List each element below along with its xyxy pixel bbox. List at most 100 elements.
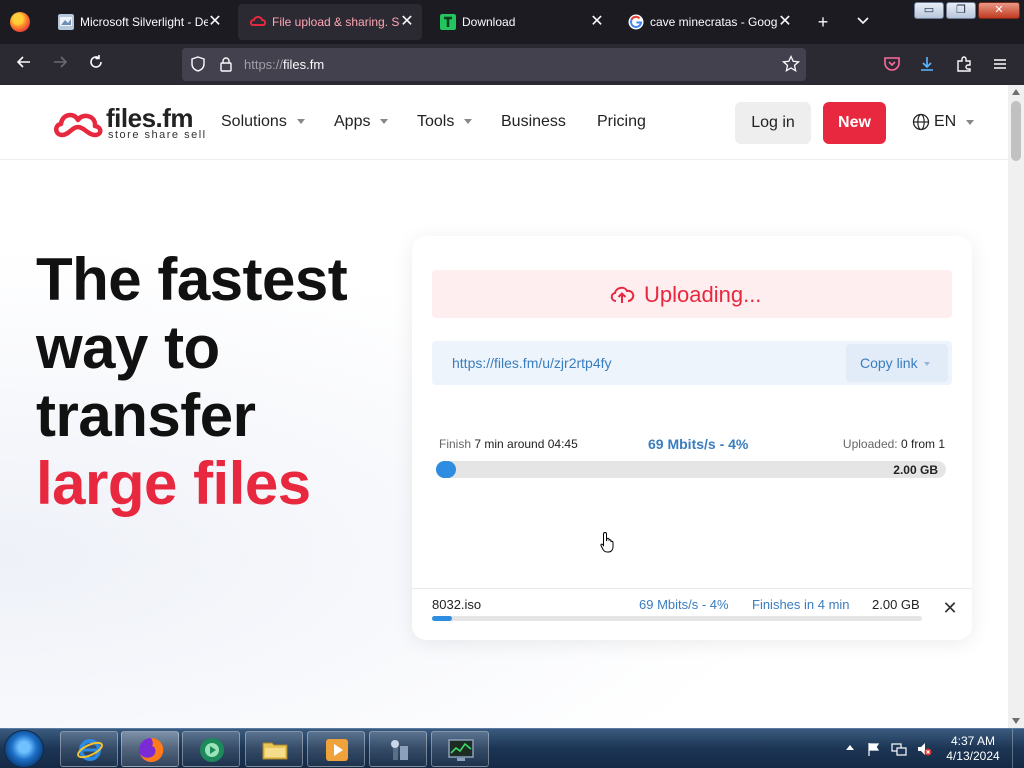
taskbar-internet-explorer[interactable] xyxy=(60,731,118,767)
file-size: 2.00 GB xyxy=(872,597,920,612)
caret-down-icon xyxy=(923,362,930,367)
address-bar[interactable]: https://files.fm xyxy=(182,48,806,81)
finish-label: Finish xyxy=(439,437,472,451)
tab-title: cave minecratas - Google xyxy=(650,15,778,29)
menu-item-label: Business xyxy=(501,113,566,130)
menu-item-pricing[interactable]: Pricing xyxy=(597,113,646,131)
cancel-file-button[interactable]: ✕ xyxy=(940,598,960,618)
menu-item-solutions[interactable]: Solutions xyxy=(221,113,305,131)
caret-down-icon xyxy=(464,119,473,125)
show-desktop-button[interactable] xyxy=(1012,729,1024,768)
tab-google[interactable]: cave minecratas - Google ✕ xyxy=(616,4,800,40)
back-button[interactable] xyxy=(12,53,36,77)
minimize-button[interactable]: ▭ xyxy=(914,2,944,19)
forward-button[interactable] xyxy=(48,53,72,77)
arrow-left-icon xyxy=(16,56,30,68)
control-panel-icon xyxy=(391,740,408,760)
firefox-icon xyxy=(139,737,164,762)
tab-files-fm[interactable]: File upload & sharing. Se ✕ xyxy=(238,4,422,40)
url-text[interactable]: https://files.fm xyxy=(244,57,324,72)
scroll-down-icon[interactable] xyxy=(1012,718,1020,724)
url-scheme: https:// xyxy=(244,57,284,72)
volume-muted-icon[interactable] xyxy=(916,741,932,757)
system-clock[interactable]: 4:37 AM 4/13/2024 xyxy=(940,734,1006,764)
lock-icon[interactable] xyxy=(218,56,234,72)
tab-download[interactable]: Download ✕ xyxy=(428,4,612,40)
extensions-icon[interactable] xyxy=(955,55,973,73)
hero-headline-line3: transfer xyxy=(36,382,256,449)
window-close-button[interactable]: ✕ xyxy=(978,2,1020,19)
tracking-shield-icon[interactable] xyxy=(190,56,206,72)
taskbar-media-player[interactable] xyxy=(307,731,365,767)
uploaded-count: Uploaded: 0 from 1 xyxy=(843,437,945,451)
windows-taskbar: 4:37 AM 4/13/2024 xyxy=(0,728,1024,768)
page-scrollbar[interactable] xyxy=(1008,85,1024,728)
hamburger-menu-icon[interactable] xyxy=(991,55,1009,73)
file-progress-fill xyxy=(432,616,452,621)
close-icon[interactable]: ✕ xyxy=(776,13,794,31)
taskbar-media-center[interactable] xyxy=(182,731,240,767)
windows-media-center-icon xyxy=(200,738,224,762)
action-center-flag-icon[interactable] xyxy=(866,741,882,757)
tab-title: Microsoft Silverlight - De xyxy=(80,15,208,29)
cloud-upload-icon xyxy=(610,286,635,303)
taskbar-task-manager[interactable] xyxy=(431,731,489,767)
share-link-url[interactable]: https://files.fm/u/zjr2rtp4fy xyxy=(452,355,612,371)
pocket-icon[interactable] xyxy=(883,55,901,73)
clock-date: 4/13/2024 xyxy=(946,749,1000,763)
close-icon[interactable]: ✕ xyxy=(398,13,416,31)
start-button[interactable] xyxy=(4,730,44,768)
tab-silverlight[interactable]: Microsoft Silverlight - De ✕ xyxy=(46,4,230,40)
taskbar-firefox[interactable] xyxy=(121,731,179,767)
globe-icon xyxy=(912,113,930,131)
taskbar-file-explorer[interactable] xyxy=(245,731,303,767)
new-button[interactable]: New xyxy=(823,102,886,144)
menu-item-business[interactable]: Business xyxy=(501,113,566,131)
menu-item-apps[interactable]: Apps xyxy=(334,113,389,131)
upload-status-banner: Uploading... xyxy=(432,270,952,318)
restore-button[interactable]: ❐ xyxy=(946,2,976,19)
files-fm-logo-icon[interactable] xyxy=(52,107,104,141)
language-label: EN xyxy=(934,113,957,130)
file-list-row: 8032.iso 69 Mbits/s - 4% Finishes in 4 m… xyxy=(412,588,972,640)
login-button[interactable]: Log in xyxy=(735,102,811,144)
finish-value: 7 min around 04:45 xyxy=(474,437,578,451)
menu-item-tools[interactable]: Tools xyxy=(417,113,473,131)
network-icon[interactable] xyxy=(891,741,907,757)
file-name: 8032.iso xyxy=(432,597,482,612)
share-link-box: https://files.fm/u/zjr2rtp4fy Copy link xyxy=(432,341,952,385)
folder-icon xyxy=(262,742,288,760)
media-player-icon xyxy=(326,739,348,761)
caret-down-icon xyxy=(296,119,305,125)
uploaded-value: 0 from 1 xyxy=(900,437,945,451)
reload-button[interactable] xyxy=(84,53,108,77)
close-icon[interactable]: ✕ xyxy=(206,13,224,31)
list-all-tabs-button[interactable] xyxy=(852,11,874,33)
copy-link-button[interactable]: Copy link xyxy=(846,344,948,382)
hero-headline-line2: way to xyxy=(36,314,220,381)
clock-time: 4:37 AM xyxy=(950,734,996,748)
scroll-up-icon[interactable] xyxy=(1012,89,1020,95)
downloads-icon[interactable] xyxy=(918,55,936,73)
copy-link-label: Copy link xyxy=(860,355,918,371)
firefox-view-icon[interactable] xyxy=(10,12,30,32)
language-selector[interactable]: EN xyxy=(912,113,975,131)
new-tab-button[interactable]: + xyxy=(812,11,834,33)
upload-speed: 69 Mbits/s - 4% xyxy=(648,436,749,452)
task-manager-icon xyxy=(448,739,474,761)
logo-tagline: store share sell xyxy=(108,129,207,141)
finish-estimate: Finish 7 min around 04:45 xyxy=(439,437,578,451)
close-icon[interactable]: ✕ xyxy=(588,13,606,31)
taskbar-control-panel[interactable] xyxy=(369,731,427,767)
menu-item-label: Tools xyxy=(417,113,455,130)
arrow-right-icon xyxy=(54,56,68,68)
file-progress-bar xyxy=(432,616,922,621)
upload-progress-bar: 2.00 GB xyxy=(436,461,946,478)
hero-headline-accent: large files xyxy=(36,450,311,517)
internet-explorer-icon xyxy=(77,739,103,761)
scrollbar-thumb[interactable] xyxy=(1011,101,1021,161)
bookmark-star-icon[interactable] xyxy=(782,55,800,73)
show-hidden-icons-button[interactable] xyxy=(846,745,854,750)
hero-headline-line1: The fastest xyxy=(36,246,348,313)
menu-item-label: Solutions xyxy=(221,113,287,130)
